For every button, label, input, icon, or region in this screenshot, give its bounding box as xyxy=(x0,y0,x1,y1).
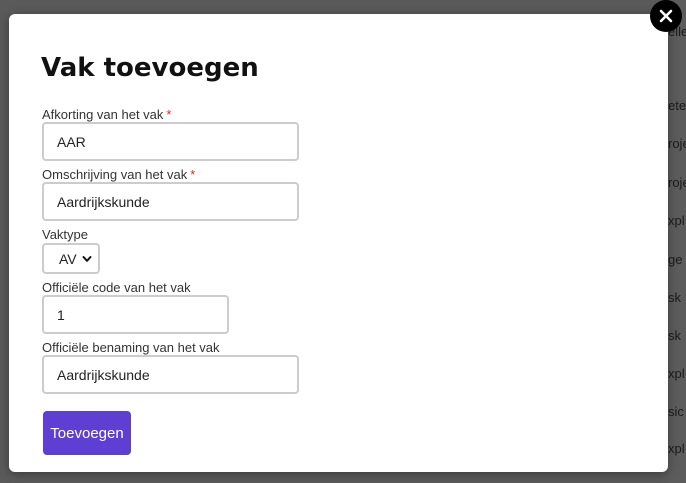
required-marker: * xyxy=(166,107,172,122)
background-text: sk xyxy=(668,328,681,343)
background-text: xpl xyxy=(668,366,685,381)
omschrijving-input[interactable] xyxy=(42,182,299,221)
background-text: sk xyxy=(668,290,681,305)
benaming-input[interactable] xyxy=(42,355,299,394)
vaktype-selected-value: AV xyxy=(59,250,77,267)
background-text: ge xyxy=(668,252,683,267)
required-marker: * xyxy=(190,167,196,182)
close-button[interactable] xyxy=(650,0,682,32)
background-page: elle ete roje roje xpl ge sk sk xpl sic … xyxy=(668,0,686,483)
background-text: ete xyxy=(668,98,686,113)
background-text: sic xyxy=(668,404,684,419)
afkorting-label: Afkorting van het vak * xyxy=(42,107,171,122)
vaktype-select[interactable]: AV xyxy=(42,243,100,274)
afkorting-label-text: Afkorting van het vak xyxy=(42,107,164,122)
omschrijving-label: Omschrijving van het vak * xyxy=(42,167,195,182)
code-label: Officiële code van het vak xyxy=(42,280,191,295)
omschrijving-label-text: Omschrijving van het vak xyxy=(42,167,188,182)
vaktype-label: Vaktype xyxy=(42,227,89,242)
background-text: roje xyxy=(668,175,686,190)
code-input[interactable] xyxy=(42,295,229,334)
toevoegen-button[interactable]: Toevoegen xyxy=(43,411,131,455)
benaming-label: Officiële benaming van het vak xyxy=(42,340,220,355)
background-text: roje xyxy=(668,136,686,151)
modal-title: Vak toevoegen xyxy=(41,53,259,83)
background-text: xpl xyxy=(668,441,685,456)
chevron-down-icon xyxy=(82,255,92,262)
afkorting-input[interactable] xyxy=(42,122,299,161)
close-icon xyxy=(659,9,673,23)
background-text: xpl xyxy=(668,213,685,228)
